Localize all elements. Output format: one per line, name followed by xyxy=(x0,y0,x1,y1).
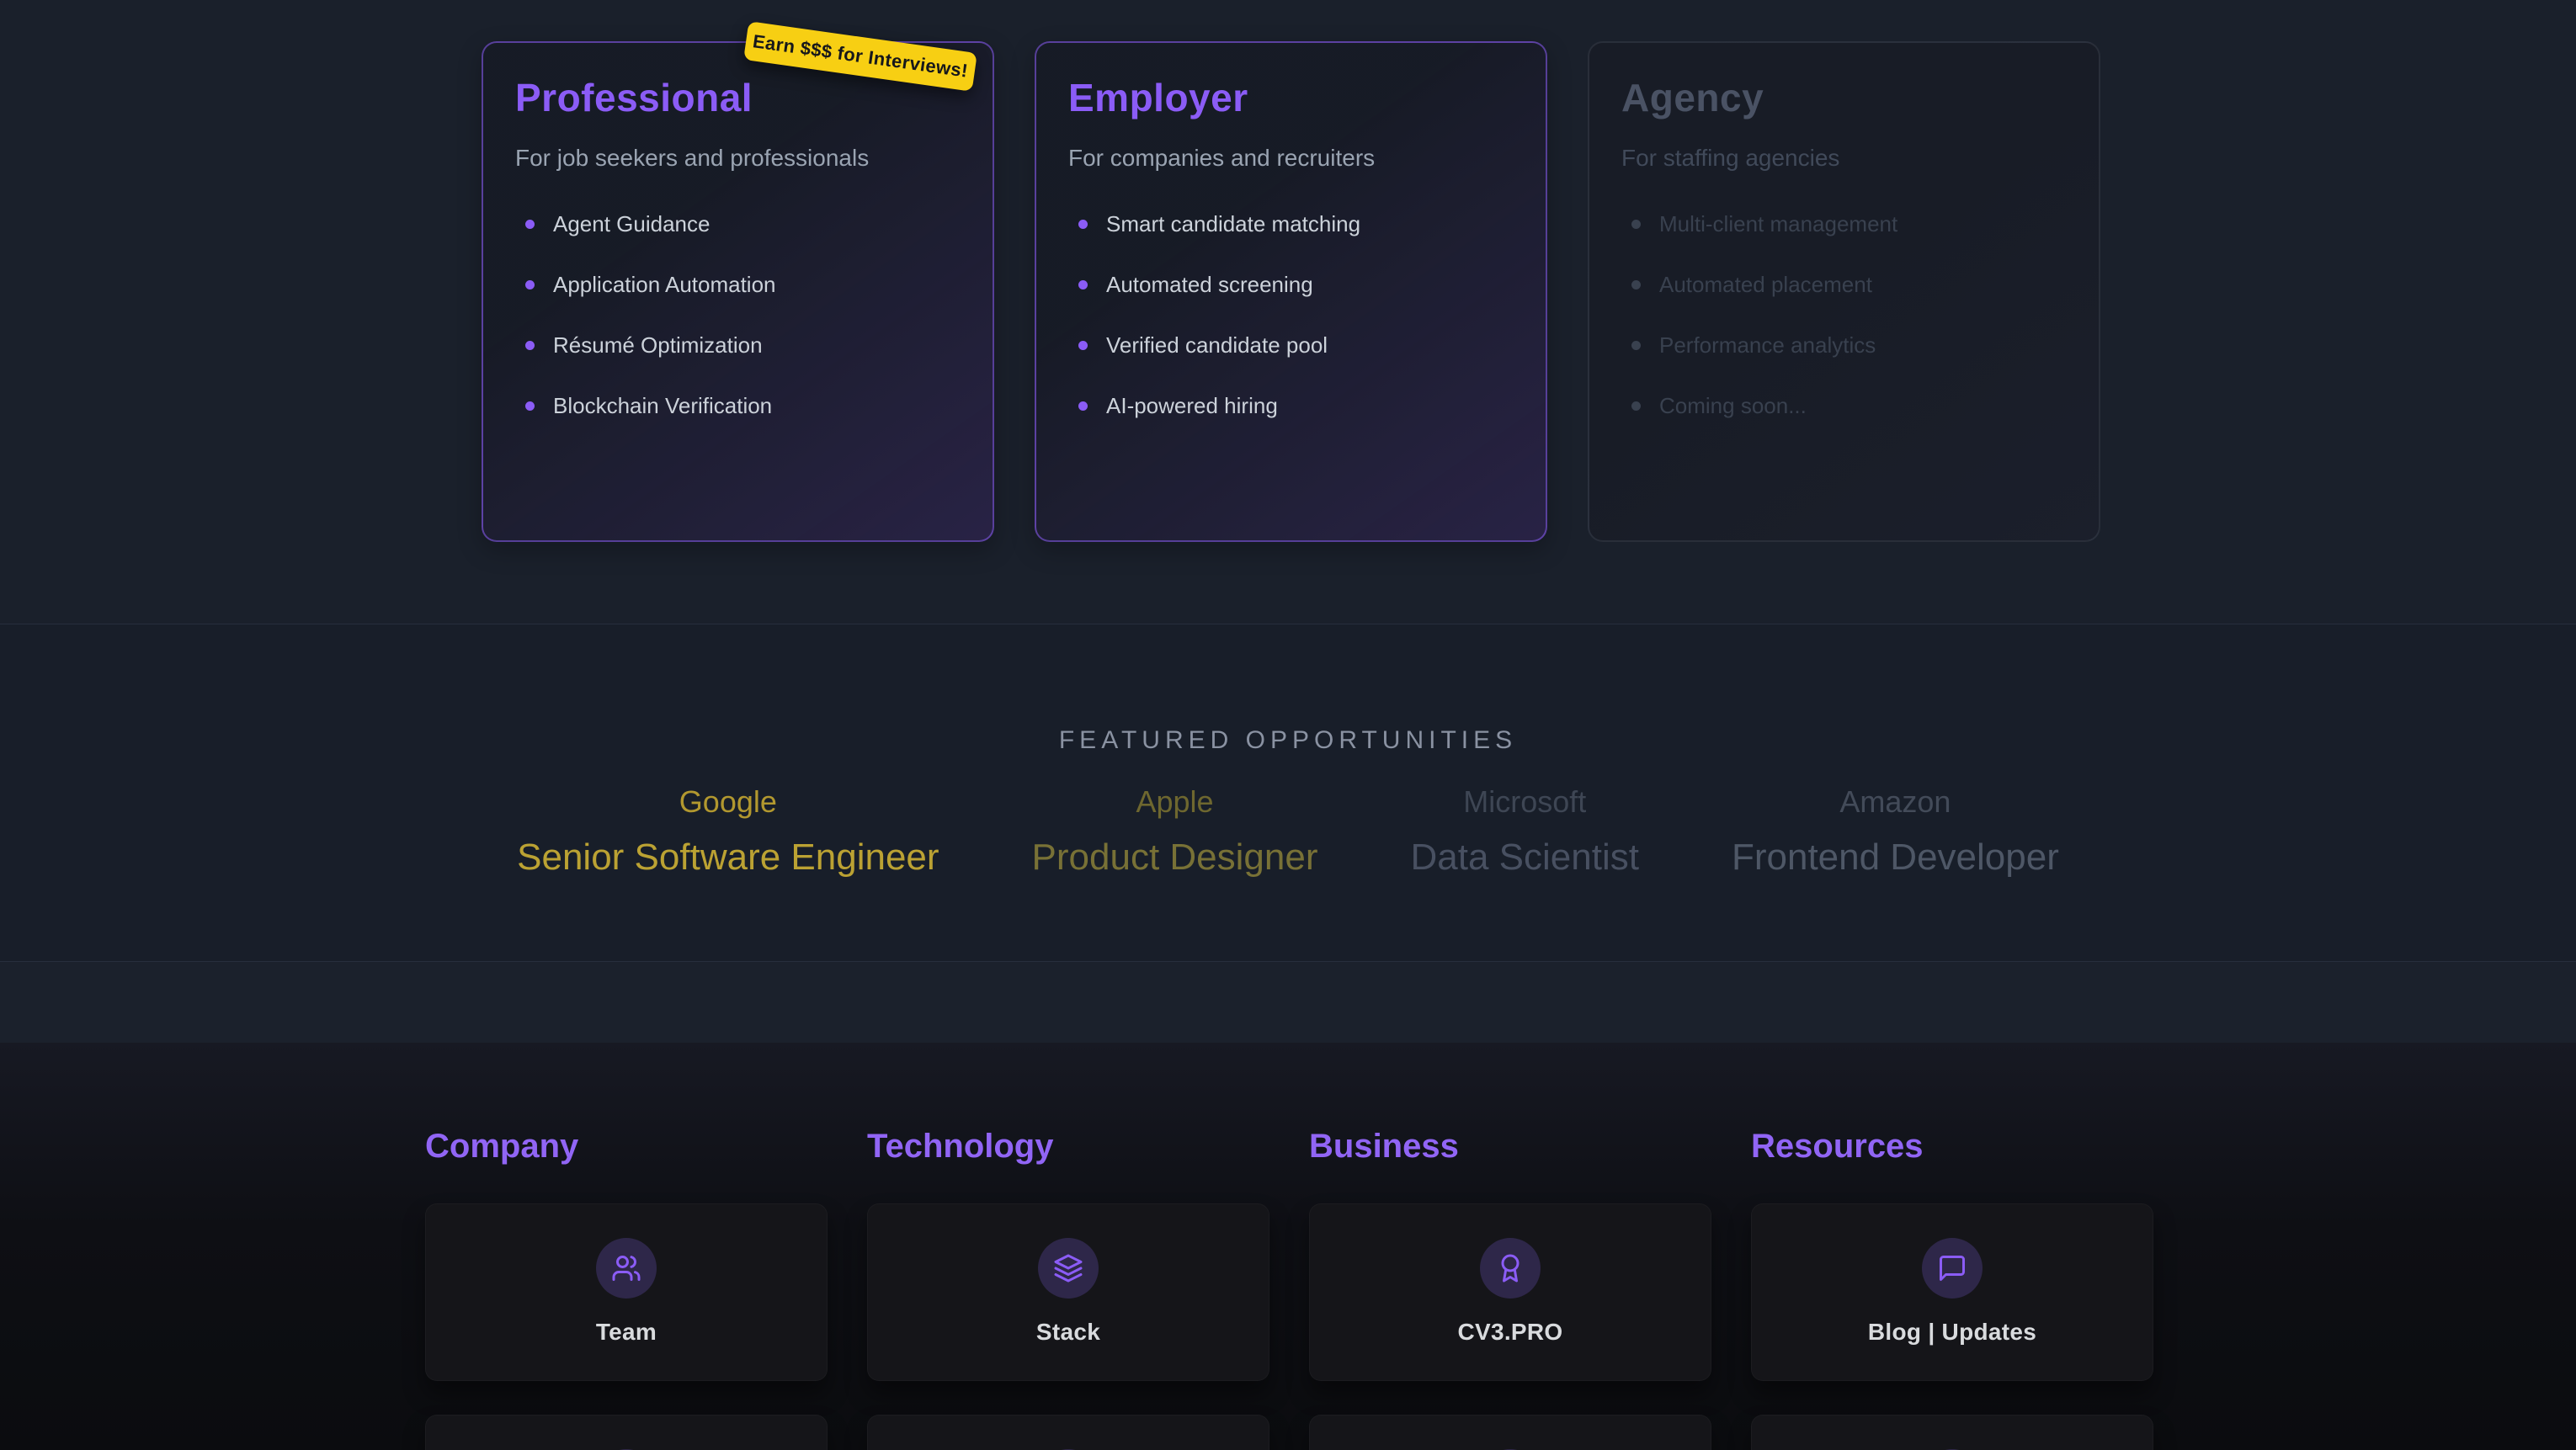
footer-card-label: CV3.PRO xyxy=(1310,1319,1711,1346)
plan-feature: Application Automation xyxy=(525,270,961,299)
plan-feature-label: Verified candidate pool xyxy=(1106,332,1328,359)
users-icon xyxy=(596,1238,657,1299)
job-company: Google xyxy=(517,783,939,821)
featured-job-item[interactable]: Apple Product Designer xyxy=(1032,783,1318,879)
featured-opportunities-label: FEATURED OPPORTUNITIES xyxy=(0,624,2576,756)
bullet-icon xyxy=(1631,401,1641,411)
featured-job-item[interactable]: Amazon Frontend Developer xyxy=(1732,783,2059,879)
bullet-icon xyxy=(525,401,535,411)
plan-feature-list: Multi-client management Automated placem… xyxy=(1621,210,2067,420)
bullet-icon xyxy=(525,280,535,289)
plans-section: Professional For job seekers and profess… xyxy=(0,0,2576,624)
plan-feature: Automated screening xyxy=(1078,270,1514,299)
bullet-icon xyxy=(1078,341,1088,350)
plan-feature-label: Automated placement xyxy=(1659,272,1872,298)
footer-card-label: Blog | Updates xyxy=(1752,1319,2153,1346)
plan-feature-label: Smart candidate matching xyxy=(1106,211,1360,237)
job-title: Data Scientist xyxy=(1411,836,1639,879)
plan-feature-label: Automated screening xyxy=(1106,272,1313,298)
plan-card-professional[interactable]: Professional For job seekers and profess… xyxy=(482,41,994,542)
footer-heading: Resources xyxy=(1751,1126,2153,1166)
plan-card-agency: Agency For staffing agencies Multi-clien… xyxy=(1588,41,2100,542)
bullet-icon xyxy=(1078,220,1088,229)
job-company: Apple xyxy=(1032,783,1318,821)
plan-feature-label: Application Automation xyxy=(553,272,776,298)
footer-card-blog[interactable]: Blog | Updates xyxy=(1751,1203,2153,1381)
job-company: Microsoft xyxy=(1411,783,1639,821)
job-company: Amazon xyxy=(1732,783,2059,821)
job-title: Frontend Developer xyxy=(1732,836,2059,879)
plan-feature: Résumé Optimization xyxy=(525,331,961,359)
plan-title: Employer xyxy=(1068,78,1514,117)
plans-row: Professional For job seekers and profess… xyxy=(482,41,2100,542)
bullet-icon xyxy=(1078,401,1088,411)
featured-opportunities-section: FEATURED OPPORTUNITIES Google Senior Sof… xyxy=(0,624,2576,962)
plan-feature: Agent Guidance xyxy=(525,210,961,238)
bullet-icon xyxy=(525,220,535,229)
footer-heading: Business xyxy=(1309,1126,1711,1166)
plan-description: For staffing agencies xyxy=(1621,144,2067,173)
footer: Company Team Technology Stack xyxy=(0,1043,2576,1450)
plan-feature: AI-powered hiring xyxy=(1078,391,1514,420)
plan-feature: Verified candidate pool xyxy=(1078,331,1514,359)
plan-description: For companies and recruiters xyxy=(1068,144,1514,173)
plan-description: For job seekers and professionals xyxy=(515,144,961,173)
layers-icon xyxy=(1038,1238,1099,1299)
plan-title: Professional xyxy=(515,78,961,117)
footer-heading: Company xyxy=(425,1126,828,1166)
landing-page: Professional For job seekers and profess… xyxy=(0,0,2576,1450)
plan-feature: Multi-client management xyxy=(1631,210,2067,238)
plan-feature-label: Coming soon... xyxy=(1659,393,1807,419)
plan-feature-list: Smart candidate matching Automated scree… xyxy=(1068,210,1514,420)
plan-feature-label: Multi-client management xyxy=(1659,211,1897,237)
plan-feature-label: Résumé Optimization xyxy=(553,332,763,359)
footer-card-partial[interactable] xyxy=(1309,1415,1711,1450)
job-title: Senior Software Engineer xyxy=(517,836,939,879)
footer-card-label: Team xyxy=(426,1319,827,1346)
footer-card-team[interactable]: Team xyxy=(425,1203,828,1381)
plan-feature-label: Performance analytics xyxy=(1659,332,1876,359)
bullet-icon xyxy=(1631,341,1641,350)
plan-feature: Performance analytics xyxy=(1631,331,2067,359)
section-spacer-band xyxy=(0,962,2576,1043)
featured-job-item[interactable]: Microsoft Data Scientist xyxy=(1411,783,1639,879)
plan-feature: Coming soon... xyxy=(1631,391,2067,420)
plan-feature: Blockchain Verification xyxy=(525,391,961,420)
footer-column-technology: Technology Stack xyxy=(867,1043,1269,1450)
footer-column-resources: Resources Blog | Updates xyxy=(1751,1043,2153,1450)
footer-card-partial[interactable] xyxy=(867,1415,1269,1450)
plan-feature: Automated placement xyxy=(1631,270,2067,299)
plan-feature-label: AI-powered hiring xyxy=(1106,393,1278,419)
plan-title: Agency xyxy=(1621,78,2067,117)
bullet-icon xyxy=(1631,280,1641,289)
message-square-icon xyxy=(1922,1238,1983,1299)
plan-feature-label: Blockchain Verification xyxy=(553,393,772,419)
bullet-icon xyxy=(1078,280,1088,289)
footer-card-stack[interactable]: Stack xyxy=(867,1203,1269,1381)
plan-feature-list: Agent Guidance Application Automation Ré… xyxy=(515,210,961,420)
footer-card-partial[interactable] xyxy=(425,1415,828,1450)
featured-job-item[interactable]: Google Senior Software Engineer xyxy=(517,783,939,879)
footer-card-cv3pro[interactable]: CV3.PRO xyxy=(1309,1203,1711,1381)
plan-card-employer[interactable]: Employer For companies and recruiters Sm… xyxy=(1035,41,1547,542)
job-title: Product Designer xyxy=(1032,836,1318,879)
award-icon xyxy=(1480,1238,1541,1299)
footer-column-company: Company Team xyxy=(425,1043,828,1450)
footer-card-label: Stack xyxy=(868,1319,1269,1346)
featured-jobs-row: Google Senior Software Engineer Apple Pr… xyxy=(0,783,2576,879)
plan-feature: Smart candidate matching xyxy=(1078,210,1514,238)
footer-heading: Technology xyxy=(867,1126,1269,1166)
footer-card-partial[interactable] xyxy=(1751,1415,2153,1450)
footer-column-business: Business CV3.PRO xyxy=(1309,1043,1711,1450)
plan-feature-label: Agent Guidance xyxy=(553,211,710,237)
bullet-icon xyxy=(1631,220,1641,229)
bullet-icon xyxy=(525,341,535,350)
